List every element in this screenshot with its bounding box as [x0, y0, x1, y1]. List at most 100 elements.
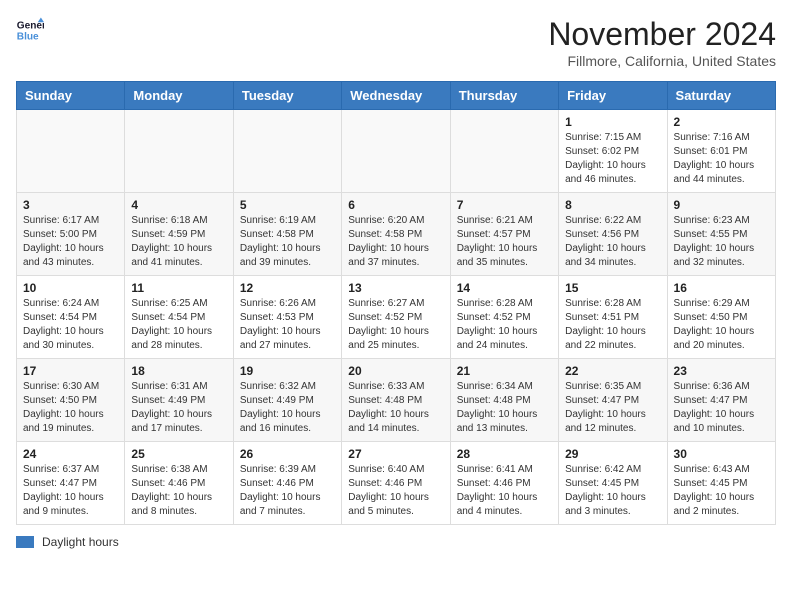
- day-info: Sunrise: 6:35 AMSunset: 4:47 PMDaylight:…: [565, 380, 660, 436]
- day-info: Sunrise: 6:42 AMSunset: 4:45 PMDaylight:…: [565, 463, 660, 519]
- day-info: Sunrise: 6:28 AMSunset: 4:51 PMDaylight:…: [565, 297, 660, 353]
- day-info: Sunrise: 6:31 AMSunset: 4:49 PMDaylight:…: [131, 380, 226, 436]
- day-number: 20: [348, 364, 443, 378]
- day-number: 8: [565, 198, 660, 212]
- month-title: November 2024: [548, 16, 776, 53]
- table-row: 27 Sunrise: 6:40 AMSunset: 4:46 PMDayligh…: [342, 442, 450, 525]
- day-info: Sunrise: 6:23 AMSunset: 4:55 PMDaylight:…: [674, 214, 769, 270]
- table-row: [125, 110, 233, 193]
- day-number: 13: [348, 281, 443, 295]
- calendar-week-1: 3Sunrise: 6:17 AMSunset: 5:00 PMDaylight…: [17, 193, 776, 276]
- day-number: 17: [23, 364, 118, 378]
- day-number: 19: [240, 364, 335, 378]
- table-row: 4Sunrise: 6:18 AMSunset: 4:59 PMDaylight…: [125, 193, 233, 276]
- table-row: [17, 110, 125, 193]
- table-row: 3Sunrise: 6:17 AMSunset: 5:00 PMDaylight…: [17, 193, 125, 276]
- day-info: Sunrise: 6:32 AMSunset: 4:49 PMDaylight:…: [240, 380, 335, 436]
- day-info: Sunrise: 6:25 AMSunset: 4:54 PMDaylight:…: [131, 297, 226, 353]
- col-wednesday: Wednesday: [342, 82, 450, 110]
- day-number: 18: [131, 364, 226, 378]
- table-row: 11Sunrise: 6:25 AMSunset: 4:54 PMDayligh…: [125, 276, 233, 359]
- table-row: 20 Sunrise: 6:33 AMSunset: 4:48 PMDayligh…: [342, 359, 450, 442]
- day-info: Sunrise: 6:24 AMSunset: 4:54 PMDaylight:…: [23, 297, 118, 353]
- day-info: Sunrise: 6:43 AMSunset: 4:45 PMDaylight:…: [674, 463, 769, 519]
- day-info: Sunrise: 6:26 AMSunset: 4:53 PMDaylight:…: [240, 297, 335, 353]
- day-info: Sunrise: 6:41 AMSunset: 4:46 PMDaylight:…: [457, 463, 552, 519]
- table-row: [450, 110, 558, 193]
- table-row: 15 Sunrise: 6:28 AMSunset: 4:51 PMDayligh…: [559, 276, 667, 359]
- day-number: 21: [457, 364, 552, 378]
- location-subtitle: Fillmore, California, United States: [548, 53, 776, 69]
- day-info: Sunrise: 7:15 AMSunset: 6:02 PMDaylight:…: [565, 131, 660, 187]
- col-friday: Friday: [559, 82, 667, 110]
- calendar-week-2: 10Sunrise: 6:24 AMSunset: 4:54 PMDayligh…: [17, 276, 776, 359]
- calendar-week-0: 1Sunrise: 7:15 AMSunset: 6:02 PMDaylight…: [17, 110, 776, 193]
- logo-icon: General Blue: [16, 16, 44, 44]
- col-thursday: Thursday: [450, 82, 558, 110]
- day-number: 15: [565, 281, 660, 295]
- day-info: Sunrise: 6:34 AMSunset: 4:48 PMDaylight:…: [457, 380, 552, 436]
- day-info: Sunrise: 6:21 AMSunset: 4:57 PMDaylight:…: [457, 214, 552, 270]
- day-info: Sunrise: 6:38 AMSunset: 4:46 PMDaylight:…: [131, 463, 226, 519]
- day-number: 14: [457, 281, 552, 295]
- table-row: 6 Sunrise: 6:20 AMSunset: 4:58 PMDaylight…: [342, 193, 450, 276]
- day-info: Sunrise: 6:28 AMSunset: 4:52 PMDaylight:…: [457, 297, 552, 353]
- day-number: 22: [565, 364, 660, 378]
- day-number: 28: [457, 447, 552, 461]
- day-number: 29: [565, 447, 660, 461]
- header: General Blue November 2024 Fillmore, Cal…: [16, 16, 776, 69]
- day-info: Sunrise: 6:37 AMSunset: 4:47 PMDaylight:…: [23, 463, 118, 519]
- day-info: Sunrise: 6:29 AMSunset: 4:50 PMDaylight:…: [674, 297, 769, 353]
- table-row: [342, 110, 450, 193]
- table-row: 23 Sunrise: 6:36 AMSunset: 4:47 PMDayligh…: [667, 359, 775, 442]
- svg-text:Blue: Blue: [17, 31, 39, 42]
- table-row: 7 Sunrise: 6:21 AMSunset: 4:57 PMDaylight…: [450, 193, 558, 276]
- table-row: 26 Sunrise: 6:39 AMSunset: 4:46 PMDayligh…: [233, 442, 341, 525]
- day-info: Sunrise: 6:40 AMSunset: 4:46 PMDaylight:…: [348, 463, 443, 519]
- day-info: Sunrise: 6:30 AMSunset: 4:50 PMDaylight:…: [23, 380, 118, 436]
- day-info: Sunrise: 6:27 AMSunset: 4:52 PMDaylight:…: [348, 297, 443, 353]
- day-number: 26: [240, 447, 335, 461]
- day-number: 4: [131, 198, 226, 212]
- table-row: [233, 110, 341, 193]
- day-number: 2: [674, 115, 769, 129]
- calendar-week-4: 24 Sunrise: 6:37 AMSunset: 4:47 PMDayligh…: [17, 442, 776, 525]
- day-info: Sunrise: 7:16 AMSunset: 6:01 PMDaylight:…: [674, 131, 769, 187]
- table-row: 17 Sunrise: 6:30 AMSunset: 4:50 PMDayligh…: [17, 359, 125, 442]
- day-info: Sunrise: 6:39 AMSunset: 4:46 PMDaylight:…: [240, 463, 335, 519]
- table-row: 2 Sunrise: 7:16 AMSunset: 6:01 PMDaylight…: [667, 110, 775, 193]
- legend-bar-icon: [16, 536, 34, 548]
- day-number: 12: [240, 281, 335, 295]
- calendar-table: Sunday Monday Tuesday Wednesday Thursday…: [16, 81, 776, 525]
- table-row: 25Sunrise: 6:38 AMSunset: 4:46 PMDayligh…: [125, 442, 233, 525]
- col-monday: Monday: [125, 82, 233, 110]
- table-row: 13 Sunrise: 6:27 AMSunset: 4:52 PMDayligh…: [342, 276, 450, 359]
- table-row: 19 Sunrise: 6:32 AMSunset: 4:49 PMDayligh…: [233, 359, 341, 442]
- day-number: 6: [348, 198, 443, 212]
- day-number: 7: [457, 198, 552, 212]
- day-info: Sunrise: 6:33 AMSunset: 4:48 PMDaylight:…: [348, 380, 443, 436]
- table-row: 18 Sunrise: 6:31 AMSunset: 4:49 PMDayligh…: [125, 359, 233, 442]
- table-row: 30Sunrise: 6:43 AMSunset: 4:45 PMDayligh…: [667, 442, 775, 525]
- day-info: Sunrise: 6:22 AMSunset: 4:56 PMDaylight:…: [565, 214, 660, 270]
- col-tuesday: Tuesday: [233, 82, 341, 110]
- day-info: Sunrise: 6:19 AMSunset: 4:58 PMDaylight:…: [240, 214, 335, 270]
- calendar-week-3: 17 Sunrise: 6:30 AMSunset: 4:50 PMDayligh…: [17, 359, 776, 442]
- day-number: 24: [23, 447, 118, 461]
- table-row: 1Sunrise: 7:15 AMSunset: 6:02 PMDaylight…: [559, 110, 667, 193]
- table-row: 12 Sunrise: 6:26 AMSunset: 4:53 PMDayligh…: [233, 276, 341, 359]
- table-row: 28 Sunrise: 6:41 AMSunset: 4:46 PMDayligh…: [450, 442, 558, 525]
- header-row: Sunday Monday Tuesday Wednesday Thursday…: [17, 82, 776, 110]
- day-info: Sunrise: 6:20 AMSunset: 4:58 PMDaylight:…: [348, 214, 443, 270]
- day-number: 27: [348, 447, 443, 461]
- table-row: 16 Sunrise: 6:29 AMSunset: 4:50 PMDayligh…: [667, 276, 775, 359]
- day-number: 16: [674, 281, 769, 295]
- table-row: 5Sunrise: 6:19 AMSunset: 4:58 PMDaylight…: [233, 193, 341, 276]
- day-number: 9: [674, 198, 769, 212]
- table-row: 10Sunrise: 6:24 AMSunset: 4:54 PMDayligh…: [17, 276, 125, 359]
- table-row: 29 Sunrise: 6:42 AMSunset: 4:45 PMDayligh…: [559, 442, 667, 525]
- day-info: Sunrise: 6:36 AMSunset: 4:47 PMDaylight:…: [674, 380, 769, 436]
- table-row: 21 Sunrise: 6:34 AMSunset: 4:48 PMDayligh…: [450, 359, 558, 442]
- day-number: 23: [674, 364, 769, 378]
- day-info: Sunrise: 6:17 AMSunset: 5:00 PMDaylight:…: [23, 214, 118, 270]
